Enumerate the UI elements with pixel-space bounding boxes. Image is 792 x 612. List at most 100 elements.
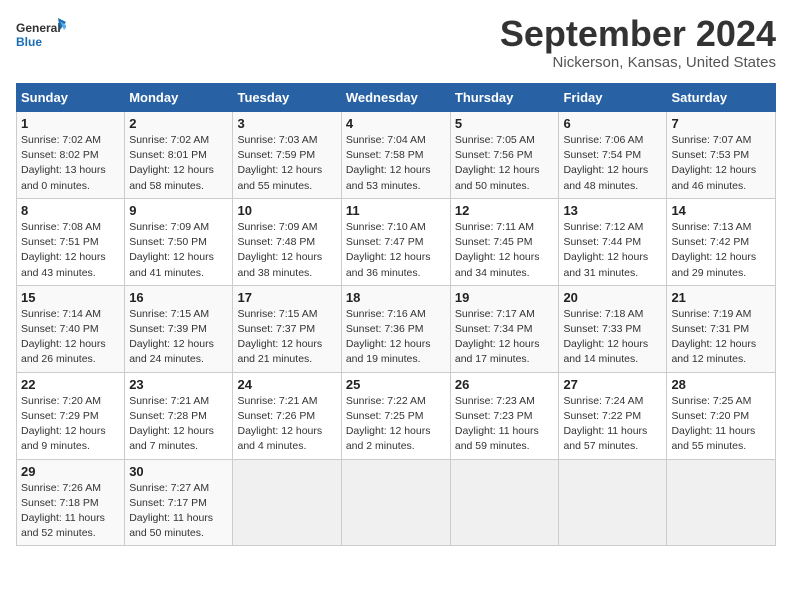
day-number: 21 bbox=[671, 290, 771, 305]
calendar-cell: 3 Sunrise: 7:03 AM Sunset: 7:59 PM Daylig… bbox=[233, 112, 341, 199]
day-number: 25 bbox=[346, 377, 446, 392]
day-number: 18 bbox=[346, 290, 446, 305]
svg-text:Blue: Blue bbox=[16, 35, 42, 49]
calendar-cell: 16Sunrise: 7:15 AM Sunset: 7:39 PM Dayli… bbox=[125, 285, 233, 372]
calendar-week-3: 15 Sunrise: 7:14 AM Sunset: 7:40 PM Dayli… bbox=[17, 285, 776, 372]
day-info: Sunrise: 7:17 AM Sunset: 7:34 PM Dayligh… bbox=[455, 307, 555, 368]
day-number: 4 bbox=[346, 116, 446, 131]
calendar-cell bbox=[559, 459, 667, 546]
col-header-thursday: Thursday bbox=[450, 84, 559, 112]
calendar-cell: 25 Sunrise: 7:22 AM Sunset: 7:25 PM Dayli… bbox=[341, 372, 450, 459]
calendar-cell: 8Sunrise: 7:08 AM Sunset: 7:51 PM Daylig… bbox=[17, 198, 125, 285]
calendar-cell: 27Sunrise: 7:24 AM Sunset: 7:22 PM Dayli… bbox=[559, 372, 667, 459]
day-number: 26 bbox=[455, 377, 555, 392]
day-info: Sunrise: 7:15 AM Sunset: 7:37 PM Dayligh… bbox=[237, 307, 336, 368]
col-header-saturday: Saturday bbox=[667, 84, 776, 112]
col-header-wednesday: Wednesday bbox=[341, 84, 450, 112]
day-number: 6 bbox=[563, 116, 662, 131]
calendar-cell: 18 Sunrise: 7:16 AM Sunset: 7:36 PM Dayli… bbox=[341, 285, 450, 372]
day-number: 17 bbox=[237, 290, 336, 305]
day-info: Sunrise: 7:02 AM Sunset: 8:02 PM Dayligh… bbox=[21, 133, 120, 194]
day-info: Sunrise: 7:25 AM Sunset: 7:20 PM Dayligh… bbox=[671, 394, 771, 455]
calendar-cell bbox=[233, 459, 341, 546]
day-info: Sunrise: 7:03 AM Sunset: 7:59 PM Dayligh… bbox=[237, 133, 336, 194]
calendar-cell: 28 Sunrise: 7:25 AM Sunset: 7:20 PM Dayli… bbox=[667, 372, 776, 459]
logo-icon: General Blue bbox=[16, 16, 66, 56]
day-info: Sunrise: 7:19 AM Sunset: 7:31 PM Dayligh… bbox=[671, 307, 771, 368]
day-number: 22 bbox=[21, 377, 120, 392]
day-info: Sunrise: 7:24 AM Sunset: 7:22 PM Dayligh… bbox=[563, 394, 662, 455]
col-header-sunday: Sunday bbox=[17, 84, 125, 112]
day-number: 15 bbox=[21, 290, 120, 305]
calendar-cell: 7 Sunrise: 7:07 AM Sunset: 7:53 PM Daylig… bbox=[667, 112, 776, 199]
day-info: Sunrise: 7:26 AM Sunset: 7:18 PM Dayligh… bbox=[21, 481, 120, 542]
day-info: Sunrise: 7:09 AM Sunset: 7:48 PM Dayligh… bbox=[237, 220, 336, 281]
calendar-cell: 2 Sunrise: 7:02 AM Sunset: 8:01 PM Daylig… bbox=[125, 112, 233, 199]
day-info: Sunrise: 7:02 AM Sunset: 8:01 PM Dayligh… bbox=[129, 133, 228, 194]
day-number: 1 bbox=[21, 116, 120, 131]
logo: General Blue bbox=[16, 16, 66, 56]
day-info: Sunrise: 7:11 AM Sunset: 7:45 PM Dayligh… bbox=[455, 220, 555, 281]
calendar-week-5: 29 Sunrise: 7:26 AM Sunset: 7:18 PM Dayli… bbox=[17, 459, 776, 546]
calendar-cell: 12 Sunrise: 7:11 AM Sunset: 7:45 PM Dayli… bbox=[450, 198, 559, 285]
day-info: Sunrise: 7:05 AM Sunset: 7:56 PM Dayligh… bbox=[455, 133, 555, 194]
calendar-cell: 26 Sunrise: 7:23 AM Sunset: 7:23 PM Dayli… bbox=[450, 372, 559, 459]
day-number: 9 bbox=[129, 203, 228, 218]
day-number: 10 bbox=[237, 203, 336, 218]
day-info: Sunrise: 7:04 AM Sunset: 7:58 PM Dayligh… bbox=[346, 133, 446, 194]
calendar-cell: 6 Sunrise: 7:06 AM Sunset: 7:54 PM Daylig… bbox=[559, 112, 667, 199]
calendar-cell: 10 Sunrise: 7:09 AM Sunset: 7:48 PM Dayli… bbox=[233, 198, 341, 285]
day-number: 12 bbox=[455, 203, 555, 218]
calendar-cell: 19 Sunrise: 7:17 AM Sunset: 7:34 PM Dayli… bbox=[450, 285, 559, 372]
title-block: September 2024 Nickerson, Kansas, United… bbox=[500, 16, 776, 71]
calendar-cell: 5Sunrise: 7:05 AM Sunset: 7:56 PM Daylig… bbox=[450, 112, 559, 199]
day-info: Sunrise: 7:12 AM Sunset: 7:44 PM Dayligh… bbox=[563, 220, 662, 281]
day-info: Sunrise: 7:07 AM Sunset: 7:53 PM Dayligh… bbox=[671, 133, 771, 194]
day-info: Sunrise: 7:21 AM Sunset: 7:26 PM Dayligh… bbox=[237, 394, 336, 455]
calendar-cell: 1 Sunrise: 7:02 AM Sunset: 8:02 PM Daylig… bbox=[17, 112, 125, 199]
day-info: Sunrise: 7:10 AM Sunset: 7:47 PM Dayligh… bbox=[346, 220, 446, 281]
day-number: 30 bbox=[129, 464, 228, 479]
day-number: 29 bbox=[21, 464, 120, 479]
calendar-cell: 4 Sunrise: 7:04 AM Sunset: 7:58 PM Daylig… bbox=[341, 112, 450, 199]
day-number: 19 bbox=[455, 290, 555, 305]
calendar-table: SundayMondayTuesdayWednesdayThursdayFrid… bbox=[16, 83, 776, 546]
day-number: 3 bbox=[237, 116, 336, 131]
calendar-week-2: 8Sunrise: 7:08 AM Sunset: 7:51 PM Daylig… bbox=[17, 198, 776, 285]
calendar-cell: 11Sunrise: 7:10 AM Sunset: 7:47 PM Dayli… bbox=[341, 198, 450, 285]
calendar-cell: 24 Sunrise: 7:21 AM Sunset: 7:26 PM Dayli… bbox=[233, 372, 341, 459]
day-number: 28 bbox=[671, 377, 771, 392]
day-info: Sunrise: 7:20 AM Sunset: 7:29 PM Dayligh… bbox=[21, 394, 120, 455]
location-subtitle: Nickerson, Kansas, United States bbox=[500, 54, 776, 71]
day-info: Sunrise: 7:06 AM Sunset: 7:54 PM Dayligh… bbox=[563, 133, 662, 194]
day-info: Sunrise: 7:14 AM Sunset: 7:40 PM Dayligh… bbox=[21, 307, 120, 368]
calendar-cell: 23Sunrise: 7:21 AM Sunset: 7:28 PM Dayli… bbox=[125, 372, 233, 459]
day-number: 13 bbox=[563, 203, 662, 218]
day-info: Sunrise: 7:13 AM Sunset: 7:42 PM Dayligh… bbox=[671, 220, 771, 281]
day-info: Sunrise: 7:18 AM Sunset: 7:33 PM Dayligh… bbox=[563, 307, 662, 368]
day-number: 8 bbox=[21, 203, 120, 218]
col-header-monday: Monday bbox=[125, 84, 233, 112]
calendar-cell bbox=[341, 459, 450, 546]
calendar-cell: 13 Sunrise: 7:12 AM Sunset: 7:44 PM Dayli… bbox=[559, 198, 667, 285]
calendar-cell: 20Sunrise: 7:18 AM Sunset: 7:33 PM Dayli… bbox=[559, 285, 667, 372]
day-number: 2 bbox=[129, 116, 228, 131]
calendar-cell: 9 Sunrise: 7:09 AM Sunset: 7:50 PM Daylig… bbox=[125, 198, 233, 285]
day-info: Sunrise: 7:16 AM Sunset: 7:36 PM Dayligh… bbox=[346, 307, 446, 368]
calendar-week-4: 22 Sunrise: 7:20 AM Sunset: 7:29 PM Dayli… bbox=[17, 372, 776, 459]
calendar-cell bbox=[450, 459, 559, 546]
day-number: 24 bbox=[237, 377, 336, 392]
day-number: 14 bbox=[671, 203, 771, 218]
day-info: Sunrise: 7:23 AM Sunset: 7:23 PM Dayligh… bbox=[455, 394, 555, 455]
calendar-cell: 15 Sunrise: 7:14 AM Sunset: 7:40 PM Dayli… bbox=[17, 285, 125, 372]
day-info: Sunrise: 7:21 AM Sunset: 7:28 PM Dayligh… bbox=[129, 394, 228, 455]
calendar-cell: 22 Sunrise: 7:20 AM Sunset: 7:29 PM Dayli… bbox=[17, 372, 125, 459]
calendar-cell bbox=[667, 459, 776, 546]
page-header: General Blue September 2024 Nickerson, K… bbox=[16, 16, 776, 71]
day-info: Sunrise: 7:09 AM Sunset: 7:50 PM Dayligh… bbox=[129, 220, 228, 281]
svg-text:General: General bbox=[16, 21, 61, 35]
calendar-cell: 21 Sunrise: 7:19 AM Sunset: 7:31 PM Dayli… bbox=[667, 285, 776, 372]
day-info: Sunrise: 7:22 AM Sunset: 7:25 PM Dayligh… bbox=[346, 394, 446, 455]
calendar-cell: 14 Sunrise: 7:13 AM Sunset: 7:42 PM Dayli… bbox=[667, 198, 776, 285]
day-number: 7 bbox=[671, 116, 771, 131]
